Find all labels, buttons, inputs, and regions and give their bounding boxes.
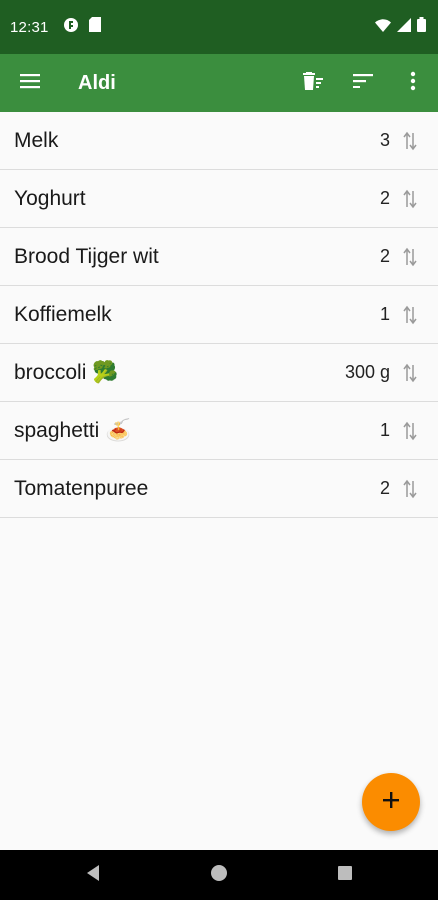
shopping-list: Melk 3 Yoghurt 2 Brood Tijger wit 2 Koff… — [0, 112, 438, 518]
list-item[interactable]: Koffiemelk 1 — [0, 286, 438, 344]
status-time: 12:31 — [10, 18, 49, 36]
clear-list-icon — [302, 71, 324, 95]
item-quantity: 1 — [379, 420, 390, 440]
list-item[interactable]: Tomatenpuree 2 — [0, 460, 438, 518]
more-options-button[interactable] — [388, 54, 438, 112]
recents-square-icon — [337, 865, 353, 886]
item-name: Brood Tijger wit — [14, 244, 159, 268]
app-bar: Aldi — [0, 54, 438, 112]
item-name: Yoghurt — [14, 186, 86, 210]
reorder-handle-icon[interactable] — [400, 420, 420, 442]
list-item[interactable]: Yoghurt 2 — [0, 170, 438, 228]
item-quantity: 2 — [379, 246, 390, 266]
item-quantity: 1 — [379, 304, 390, 324]
status-system-icons — [375, 17, 426, 37]
sd-card-icon — [88, 17, 101, 37]
reorder-handle-icon[interactable] — [400, 246, 420, 268]
item-quantity: 3 — [379, 130, 390, 150]
item-name: Koffiemelk — [14, 302, 112, 326]
reorder-handle-icon[interactable] — [400, 130, 420, 152]
recents-button[interactable] — [282, 850, 408, 900]
reorder-handle-icon[interactable] — [400, 362, 420, 384]
status-notification-icons — [63, 17, 101, 38]
back-button[interactable] — [30, 850, 156, 900]
sort-icon — [353, 73, 373, 93]
list-item[interactable]: spaghetti 🍝 1 — [0, 402, 438, 460]
reorder-handle-icon[interactable] — [400, 478, 420, 500]
home-button[interactable] — [156, 850, 282, 900]
clear-list-button[interactable] — [288, 54, 338, 112]
add-icon — [381, 790, 401, 815]
item-quantity: 300 g — [344, 362, 390, 382]
list-item[interactable]: Brood Tijger wit 2 — [0, 228, 438, 286]
list-item[interactable]: Melk 3 — [0, 112, 438, 170]
reorder-handle-icon[interactable] — [400, 304, 420, 326]
page-title: Aldi — [78, 71, 116, 94]
signal-icon — [397, 17, 411, 37]
add-item-button[interactable] — [362, 773, 420, 831]
app-screen: 12:31 Aldi Melk 3 Yoghurt 2 Brood Tijger… — [0, 0, 438, 900]
item-name: broccoli 🥦 — [14, 360, 119, 384]
hamburger-menu-icon — [20, 73, 40, 94]
item-name: Melk — [14, 128, 59, 152]
more-vert-icon — [410, 71, 416, 96]
status-bar: 12:31 — [0, 0, 438, 54]
item-name: spaghetti 🍝 — [14, 418, 132, 442]
home-circle-icon — [210, 864, 228, 887]
system-nav-bar — [0, 850, 438, 900]
wifi-icon — [375, 18, 391, 37]
sort-button[interactable] — [338, 54, 388, 112]
item-quantity: 2 — [379, 478, 390, 498]
list-item[interactable]: broccoli 🥦 300 g — [0, 344, 438, 402]
menu-button[interactable] — [0, 54, 60, 112]
item-quantity: 2 — [379, 188, 390, 208]
back-triangle-icon — [85, 864, 101, 887]
reorder-handle-icon[interactable] — [400, 188, 420, 210]
battery-icon — [417, 17, 426, 37]
item-name: Tomatenpuree — [14, 476, 149, 500]
app-notification-icon — [63, 17, 79, 38]
